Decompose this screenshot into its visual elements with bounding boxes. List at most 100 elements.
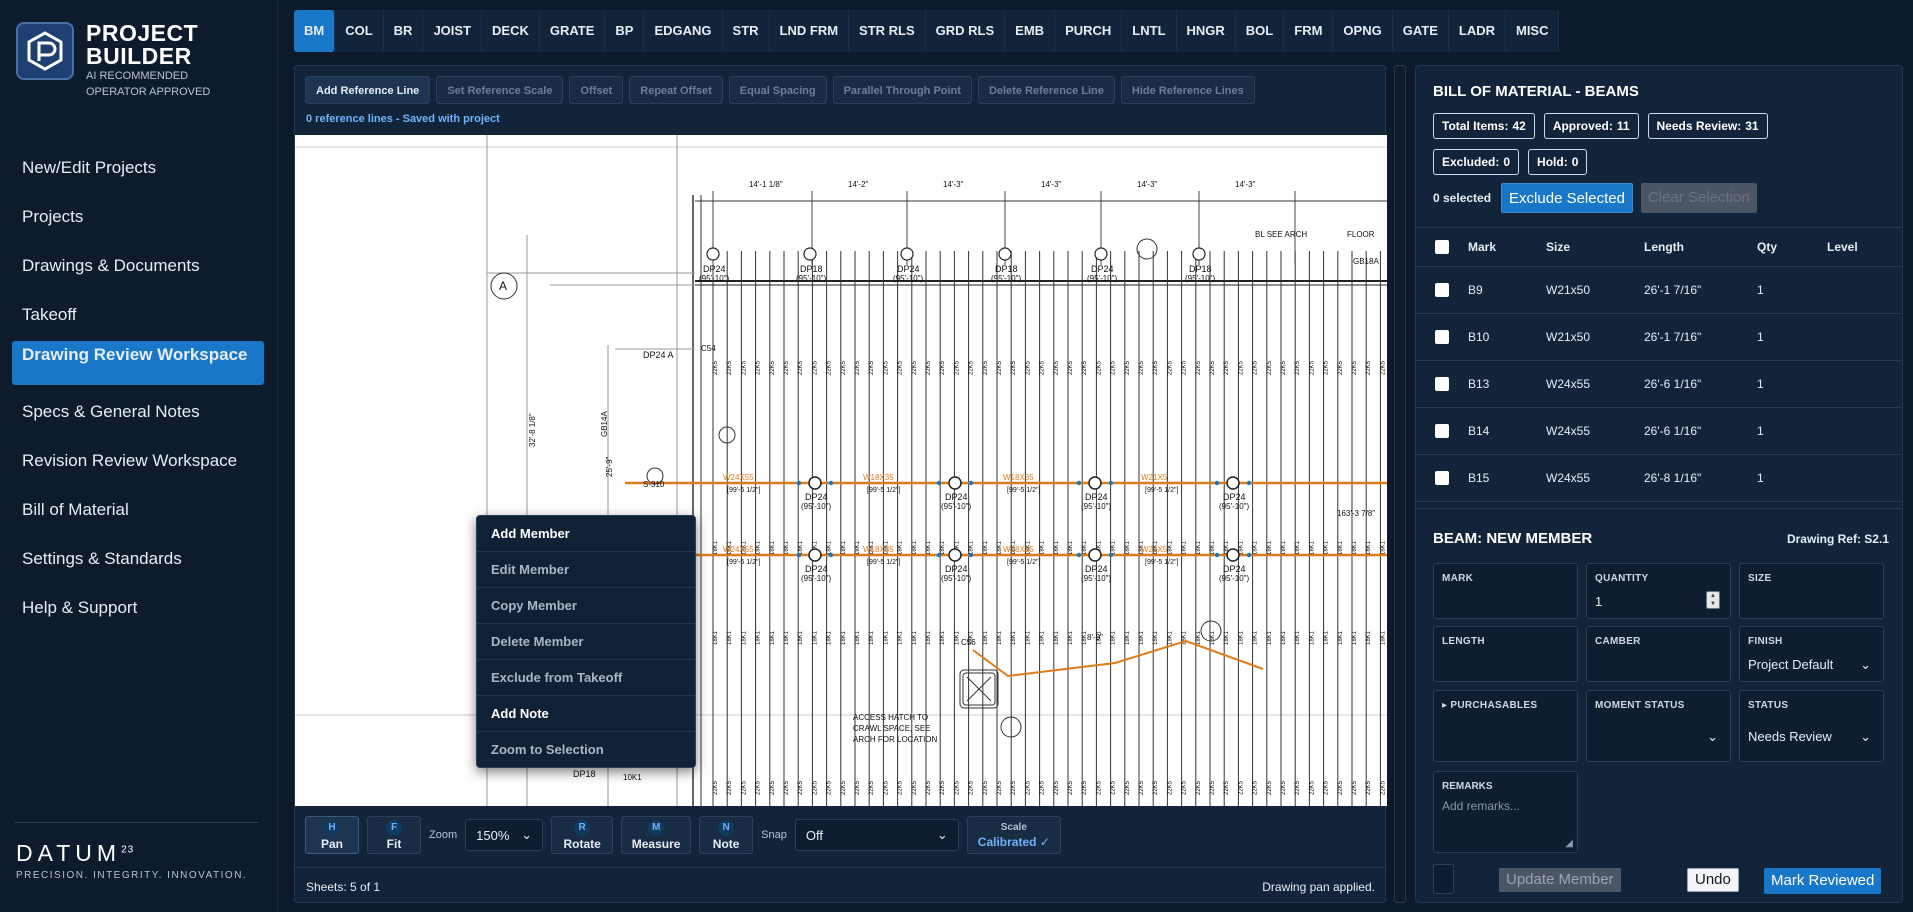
finish-select[interactable]: FINISH Project Default ⌄	[1739, 626, 1884, 682]
sidebar-item-help-support[interactable]: Help & Support	[12, 583, 264, 632]
sidebar-item-drawing-review-workspace[interactable]: Drawing Review Workspace	[12, 341, 264, 385]
menu-item-add-note[interactable]: Add Note	[477, 696, 695, 732]
tab-opng[interactable]: OPNG	[1333, 10, 1393, 52]
tab-str-rls[interactable]: STR RLS	[849, 10, 926, 52]
tab-bp[interactable]: BP	[605, 10, 645, 52]
tab-lnd-frm[interactable]: LND FRM	[770, 10, 850, 52]
row-checkbox[interactable]	[1435, 424, 1449, 438]
summary-chip: Hold: 0	[1528, 149, 1588, 175]
zoom-label: Zoom	[429, 829, 458, 841]
sidebar-item-drawings-documents[interactable]: Drawings & Documents	[12, 241, 264, 290]
tab-lntl[interactable]: LNTL	[1122, 10, 1177, 52]
beam-column	[1088, 548, 1102, 562]
offset-button[interactable]: Offset	[569, 76, 624, 104]
joist-label: 18K1	[1196, 540, 1202, 555]
snap-select[interactable]: Off ⌄	[794, 819, 959, 851]
sidebar-item-specs-general-notes[interactable]: Specs & General Notes	[12, 387, 264, 436]
table-row[interactable]: B14 W24x55 26'-6 1/16" 1	[1416, 408, 1902, 455]
tab-emb[interactable]: EMB	[1005, 10, 1056, 52]
set-reference-scale-button[interactable]: Set Reference Scale	[436, 76, 564, 104]
tab-grate[interactable]: GRATE	[540, 10, 606, 52]
moment-status-select[interactable]: MOMENT STATUS ⌄	[1586, 690, 1731, 762]
col-length[interactable]: Length	[1644, 240, 1757, 254]
quantity-stepper[interactable]: QUANTITY 1 ▲ ▼	[1586, 563, 1731, 619]
table-row[interactable]: B10 W21x50 26'-1 7/16" 1	[1416, 314, 1902, 361]
sidebar-item-settings-standards[interactable]: Settings & Standards	[12, 534, 264, 583]
pier-elev: (95'-10")	[1087, 274, 1117, 283]
purchasables-toggle[interactable]: ▸ PURCHASABLES	[1433, 690, 1578, 762]
note-tool-button[interactable]: N Note	[699, 816, 754, 854]
fit-tool-button[interactable]: F Fit	[367, 816, 421, 854]
parallel-through-point-button[interactable]: Parallel Through Point	[832, 76, 972, 104]
sidebar-item-bill-of-material[interactable]: Bill of Material	[12, 485, 264, 534]
delete-reference-line-button[interactable]: Delete Reference Line	[977, 76, 1115, 104]
select-all-checkbox[interactable]	[1435, 240, 1449, 254]
scale-indicator[interactable]: Scale Calibrated ✓	[966, 816, 1061, 854]
exclude-selected-button[interactable]: Exclude Selected	[1501, 183, 1633, 213]
tab-col[interactable]: COL	[335, 10, 384, 52]
tab-bol[interactable]: BOL	[1236, 10, 1285, 52]
equal-spacing-button[interactable]: Equal Spacing	[728, 76, 827, 104]
menu-item-delete-member[interactable]: Delete Member	[477, 624, 695, 660]
drawing-canvas[interactable]: 22K5 18K1 18K1 22K5 22K5 18K1 18K1 22K5 22K5 18K1…	[295, 135, 1387, 806]
sidebar-item-new-edit-projects[interactable]: New/Edit Projects	[12, 143, 264, 192]
status-select[interactable]: STATUS Needs Review ⌄	[1739, 690, 1884, 762]
size-field[interactable]: SIZE	[1739, 563, 1884, 619]
tab-misc[interactable]: MISC	[1506, 10, 1560, 52]
update-member-button[interactable]: Update Member	[1499, 868, 1621, 892]
tab-ladr[interactable]: LADR	[1449, 10, 1506, 52]
menu-item-edit-member[interactable]: Edit Member	[477, 552, 695, 588]
row-checkbox[interactable]	[1435, 471, 1449, 485]
tab-edgang[interactable]: EDGANG	[644, 10, 723, 52]
tab-br[interactable]: BR	[384, 10, 424, 52]
measure-tool-button[interactable]: M Measure	[621, 816, 692, 854]
tab-gate[interactable]: GATE	[1393, 10, 1449, 52]
joist-label: 22K5	[1338, 780, 1344, 795]
tab-str[interactable]: STR	[723, 10, 770, 52]
rotate-tool-button[interactable]: R Rotate	[551, 816, 614, 854]
table-row[interactable]: B13 W24x55 26'-6 1/16" 1	[1416, 361, 1902, 408]
mark-field[interactable]: MARK	[1433, 563, 1578, 619]
resize-handle-icon[interactable]: ◢	[1565, 838, 1573, 849]
col-mark[interactable]: Mark	[1468, 240, 1546, 254]
mark-reviewed-button[interactable]: Mark Reviewed	[1764, 868, 1882, 894]
length-field[interactable]: LENGTH	[1433, 626, 1578, 682]
joist-label: 22K5	[1025, 780, 1031, 795]
col-size[interactable]: Size	[1546, 240, 1644, 254]
tab-bm[interactable]: BM	[294, 10, 336, 52]
spinner-icon[interactable]: ▲ ▼	[1706, 591, 1720, 609]
hide-reference-lines-button[interactable]: Hide Reference Lines	[1120, 76, 1255, 104]
col-level[interactable]: Level	[1827, 240, 1887, 254]
tab-grd-rls[interactable]: GRD RLS	[926, 10, 1006, 52]
scrollbar[interactable]	[1394, 65, 1406, 903]
sidebar-item-takeoff[interactable]: Takeoff	[12, 290, 264, 339]
table-row[interactable]: B15 W24x55 26'-8 1/16" 1	[1416, 455, 1902, 502]
menu-item-zoom-to-selection[interactable]: Zoom to Selection	[477, 732, 695, 768]
clear-selection-button[interactable]: Clear Selection	[1640, 183, 1757, 213]
sidebar-item-projects[interactable]: Projects	[12, 192, 264, 241]
tab-hngr[interactable]: HNGR	[1177, 10, 1236, 52]
length-label: LENGTH	[1442, 636, 1485, 647]
menu-item-exclude-from-takeoff[interactable]: Exclude from Takeoff	[477, 660, 695, 696]
zoom-select[interactable]: 150% ⌄	[465, 819, 544, 851]
tab-frm[interactable]: FRM	[1284, 10, 1334, 52]
blank-button[interactable]	[1433, 864, 1454, 894]
camber-field[interactable]: CAMBER	[1586, 626, 1731, 682]
menu-item-copy-member[interactable]: Copy Member	[477, 588, 695, 624]
row-checkbox[interactable]	[1435, 330, 1449, 344]
table-row[interactable]: B9 W21x50 26'-1 7/16" 1	[1416, 267, 1902, 314]
remarks-textarea[interactable]: REMARKS Add remarks... ◢	[1433, 771, 1578, 853]
menu-item-add-member[interactable]: Add Member	[477, 516, 695, 552]
undo-button[interactable]: Undo	[1687, 868, 1739, 892]
repeat-offset-button[interactable]: Repeat Offset	[629, 76, 723, 104]
col-qty[interactable]: Qty	[1757, 240, 1827, 254]
beam-column	[948, 476, 962, 490]
pan-tool-button[interactable]: H Pan	[305, 816, 359, 854]
add-reference-line-button[interactable]: Add Reference Line	[305, 76, 431, 104]
sidebar-item-revision-review-workspace[interactable]: Revision Review Workspace	[12, 436, 264, 485]
tab-purch[interactable]: PURCH	[1055, 10, 1123, 52]
row-checkbox[interactable]	[1435, 377, 1449, 391]
tab-joist[interactable]: JOIST	[423, 10, 483, 52]
row-checkbox[interactable]	[1435, 283, 1449, 297]
tab-deck[interactable]: DECK	[482, 10, 540, 52]
